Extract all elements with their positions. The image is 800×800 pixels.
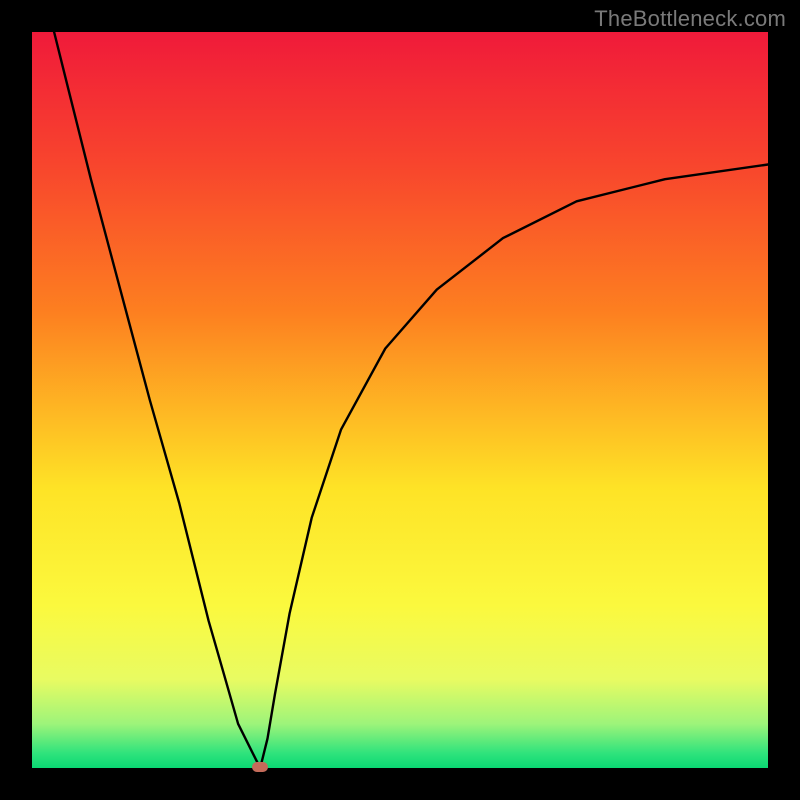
- bottleneck-marker: [252, 762, 268, 772]
- plot-area: [32, 32, 768, 768]
- chart-frame: TheBottleneck.com: [0, 0, 800, 800]
- bottleneck-curve: [32, 32, 768, 768]
- curve-path: [54, 32, 768, 768]
- watermark-text: TheBottleneck.com: [594, 6, 786, 32]
